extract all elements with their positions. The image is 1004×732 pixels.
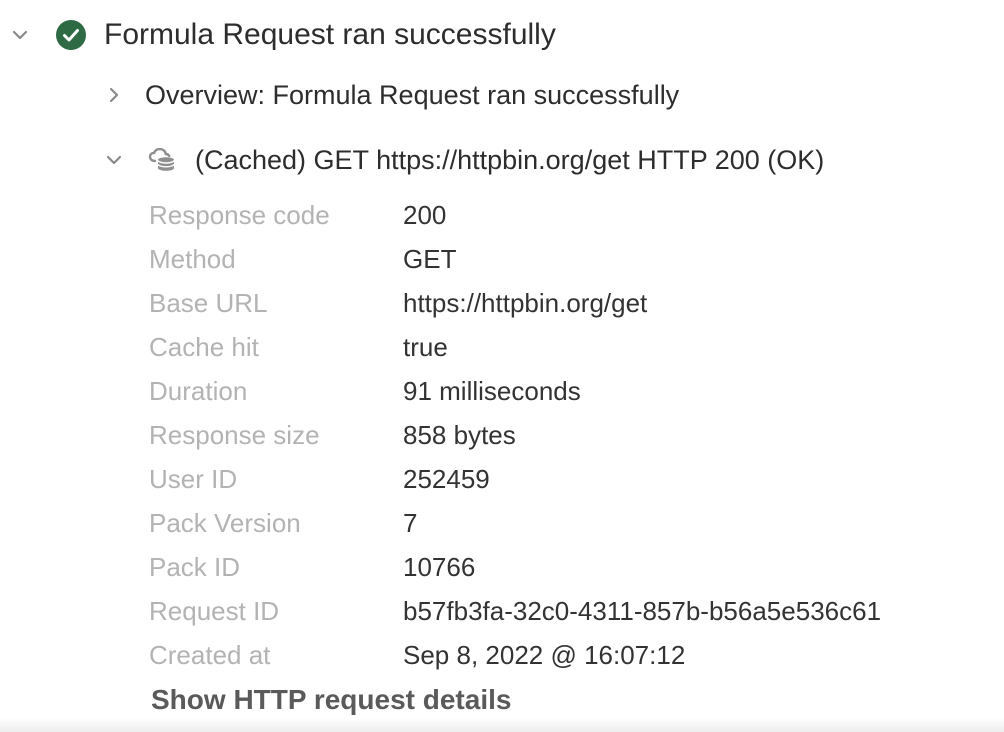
detail-key: Base URL (149, 287, 268, 318)
detail-value: GET (403, 243, 457, 274)
detail-key: Request ID (149, 595, 280, 626)
detail-row: Pack Version 7 (149, 501, 881, 545)
detail-value: Sep 8, 2022 @ 16:07:12 (403, 639, 686, 670)
detail-row: Response code 200 (149, 193, 881, 237)
chevron-down-icon[interactable] (10, 25, 30, 45)
chevron-down-icon[interactable] (104, 150, 124, 170)
detail-key: Created at (149, 639, 271, 670)
detail-key: Cache hit (149, 331, 259, 362)
detail-row: Pack ID 10766 (149, 545, 881, 589)
detail-value: 200 (403, 199, 447, 230)
cloud-database-icon (147, 148, 177, 172)
detail-row: Response size 858 bytes (149, 413, 881, 457)
detail-key: Response size (149, 419, 320, 450)
chevron-right-icon[interactable] (104, 85, 124, 105)
detail-value: 252459 (403, 463, 490, 494)
detail-key: Response code (149, 199, 330, 230)
detail-key: Pack ID (149, 551, 241, 582)
overview-row[interactable]: Overview: Formula Request ran successful… (104, 78, 679, 112)
detail-row: Cache hit true (149, 325, 881, 369)
request-details-list: Response code 200 Method GET Base URL https:/… (149, 193, 881, 677)
detail-value: true (403, 331, 448, 362)
detail-row: User ID 252459 (149, 457, 881, 501)
detail-key: Duration (149, 375, 248, 406)
detail-value: 858 bytes (403, 419, 516, 450)
bottom-divider (0, 718, 1004, 732)
detail-value: https://httpbin.org/get (403, 287, 648, 318)
show-http-request-details-button[interactable]: Show HTTP request details (151, 684, 511, 716)
detail-value: 7 (403, 507, 418, 538)
request-row[interactable]: (Cached) GET https://httpbin.org/get HTT… (104, 143, 824, 177)
detail-row: Duration 91 milliseconds (149, 369, 881, 413)
check-circle-icon (55, 19, 87, 51)
detail-key: Method (149, 243, 236, 274)
overview-label: Overview: Formula Request ran successful… (145, 79, 680, 110)
formula-request-title: Formula Request ran successfully (104, 18, 556, 51)
detail-key: Pack Version (149, 507, 301, 538)
detail-key: User ID (149, 463, 238, 494)
detail-value: 91 milliseconds (403, 375, 581, 406)
detail-value: b57fb3fa-32c0-4311-857b-b56a5e536c61 (403, 595, 882, 626)
detail-row: Base URL https://httpbin.org/get (149, 281, 881, 325)
detail-row: Method GET (149, 237, 881, 281)
formula-request-row[interactable]: Formula Request ran successfully (10, 17, 556, 53)
request-label: (Cached) GET https://httpbin.org/get HTT… (195, 144, 825, 175)
detail-value: 10766 (403, 551, 476, 582)
detail-row: Created at Sep 8, 2022 @ 16:07:12 (149, 633, 881, 677)
detail-row: Request ID b57fb3fa-32c0-4311-857b-b56a5e… (149, 589, 881, 633)
